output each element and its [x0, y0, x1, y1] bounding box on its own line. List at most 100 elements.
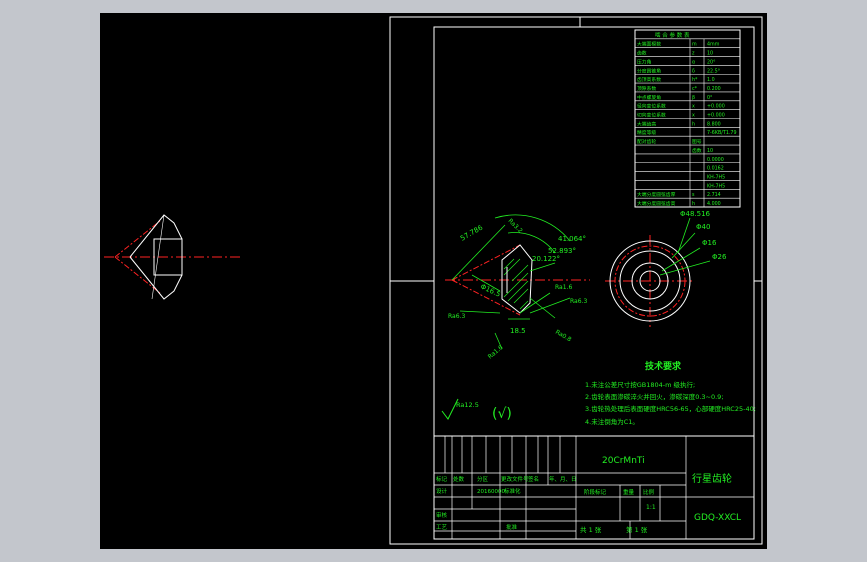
param-table-rows: 啮 合 参 数 表大端面模数 m 4mm 齿数 z 10 压力角 α 20° 分度圆锥角 δ 22.5…	[635, 31, 740, 207]
param-row-name: 配对齿轮	[637, 138, 656, 145]
tb-label-mark: 标记	[436, 475, 448, 483]
param-row-value: 22.5°	[707, 68, 720, 74]
tb-scale-label: 比例	[643, 488, 655, 496]
tb-label-change-doc: 更改文件号	[501, 475, 529, 483]
rough-general-label: Ra12.5	[456, 401, 479, 409]
param-row-symbol: δ	[692, 68, 695, 74]
tb-sheets-total: 共 1 张	[580, 525, 602, 534]
left-view-gear-outline	[129, 214, 183, 300]
left-view-cone-line-top	[114, 220, 161, 258]
param-row-value: +0.000	[707, 104, 725, 110]
param-row-value: 10	[707, 51, 713, 57]
param-row-symbol: α	[692, 60, 695, 65]
param-row-value: 0.200	[707, 86, 721, 92]
title-block-grid	[434, 436, 754, 539]
param-row-value: KH-7H5	[707, 174, 725, 180]
dim-phi-26: Φ26	[712, 253, 727, 261]
param-row-value: 4.000	[707, 201, 721, 207]
left-view-cone-line-bottom	[114, 256, 161, 294]
param-row-name: 径向变位系数	[637, 103, 666, 110]
param-row-value: KH-7H5	[707, 183, 725, 189]
left-side-view	[104, 214, 240, 300]
tb-sheet-number: 第 1 张	[626, 525, 648, 534]
param-row-value: 0.0000	[707, 157, 724, 163]
tech-requirements: 技术要求 1.未注公差尺寸按GB1804-m 级执行; 2.齿轮表面渗碳淬火并回…	[585, 360, 756, 426]
param-row-value: 4mm	[707, 42, 720, 48]
tb-std-label: 标准化	[504, 487, 521, 495]
param-row-name: 压力角	[637, 58, 652, 65]
tb-stage-label: 阶段标记	[584, 488, 607, 496]
tb-weight-label: 重量	[623, 488, 635, 496]
tech-req-title: 技术要求	[645, 360, 682, 372]
ra-6-3-right: Ra6.3	[570, 298, 587, 305]
dim-phi-16-5: Φ16.5	[479, 283, 502, 299]
section-view: 57.786 41.064° 52.893° 20.122° Φ16.5 18.…	[445, 214, 590, 361]
section-pitch-line-top	[451, 244, 521, 281]
dim-18-5: 18.5	[510, 327, 526, 335]
param-row-symbol: s	[692, 193, 695, 198]
dim-20-122: 20.122°	[532, 255, 560, 263]
tb-design-label: 设计	[436, 487, 448, 495]
tech-req-item-1: 1.未注公差尺寸按GB1804-m 级执行;	[585, 380, 695, 389]
param-row-value: 0.0162	[707, 166, 724, 172]
param-row-symbol: c*	[692, 86, 698, 92]
param-row-name: 顶隙系数	[637, 85, 656, 92]
param-row-name: 齿数	[637, 50, 647, 57]
ra-1-6: Ra1.6	[555, 284, 572, 291]
tb-scale-value: 1:1	[646, 504, 656, 511]
general-roughness: Ra12.5 (√)	[441, 398, 512, 422]
dim-57-786: 57.786	[459, 223, 485, 242]
dim-52-893: 52.893°	[548, 247, 576, 255]
title-block: 20CrMnTi 行星齿轮 GDQ-XXCL 标记 处数 分区 更改文件号 签名…	[433, 435, 755, 540]
param-row-name: 精度等级	[637, 129, 656, 136]
tb-std-number: 20160000	[477, 489, 505, 495]
param-row-value: 10	[707, 148, 713, 154]
param-row-symbol: x	[692, 114, 695, 119]
param-row-symbol: h*	[692, 77, 698, 83]
title-block-frame	[433, 435, 755, 540]
param-row-symbol: 图号	[692, 139, 702, 145]
param-row-symbol: β	[692, 95, 695, 101]
drawing-svg: 57.786 41.064° 52.893° 20.122° Φ16.5 18.…	[104, 16, 763, 545]
dim-phi-40: Φ40	[696, 223, 710, 231]
dim-phi-16: Φ16	[702, 239, 717, 247]
tb-label-count: 处数	[453, 475, 465, 483]
tech-req-item-3: 3.齿轮热处理后表面硬度HRC56-65，心部硬度HRC25-40;	[585, 404, 756, 413]
param-row-symbol: x	[692, 105, 695, 110]
dim-phi-48-516: Φ48.516	[680, 210, 711, 218]
param-row-name: 大端分度圆弦齿厚	[637, 191, 676, 198]
param-row-name: 中点螺旋角	[637, 94, 661, 101]
param-row-name: 分度圆锥角	[637, 67, 661, 74]
end-view: Φ48.516 Φ40 Φ16 Φ26	[605, 210, 727, 327]
ra-0-8: Ra0.8	[554, 329, 573, 344]
ra-6-3-left: Ra6.3	[448, 313, 465, 320]
param-row-value: 8.800	[707, 121, 721, 127]
param-row-symbol: 齿数	[692, 147, 702, 154]
cad-drawing-canvas[interactable]: 57.786 41.064° 52.893° 20.122° Φ16.5 18.…	[100, 13, 767, 549]
tb-label-sign: 签名	[528, 475, 539, 483]
parameter-table: 啮 合 参 数 表大端面模数 m 4mm 齿数 z 10 压力角 α 20° 分度圆锥角 δ 22.5…	[634, 29, 741, 208]
param-row-symbol: h	[692, 121, 695, 127]
param-row-value: 0°	[707, 95, 712, 101]
tb-approve-label: 批准	[506, 523, 518, 531]
param-table-header: 啮 合 参 数 表	[655, 31, 690, 39]
part-name-text: 行星齿轮	[692, 472, 732, 485]
tech-req-item-2: 2.齿轮表面渗碳淬火并回火，渗碳深度0.3~0.9;	[585, 392, 724, 401]
material-text: 20CrMnTi	[602, 456, 645, 466]
tb-label-zone: 分区	[477, 475, 489, 483]
param-row-name: 大端齿高	[637, 120, 656, 127]
param-row-value: 7-6KB/T1.79	[707, 130, 737, 136]
param-row-value: 1.0	[707, 77, 715, 83]
param-row-symbol: h	[692, 201, 695, 207]
tb-review-label: 审核	[436, 511, 448, 519]
param-row-name: 大端面模数	[637, 41, 661, 48]
param-row-value: 20°	[707, 59, 716, 65]
param-row-value: 2.714	[707, 192, 721, 198]
tech-req-item-4: 4.未注倒角为C1。	[585, 417, 639, 426]
rough-paren-check: (√)	[492, 406, 512, 422]
dim-41-064: 41.064°	[558, 235, 586, 243]
tb-process-label: 工艺	[436, 524, 448, 531]
param-row-name: 大端分度圆弦齿高	[637, 200, 676, 207]
drawing-number-text: GDQ-XXCL	[694, 513, 741, 523]
section-hatch	[503, 258, 529, 310]
